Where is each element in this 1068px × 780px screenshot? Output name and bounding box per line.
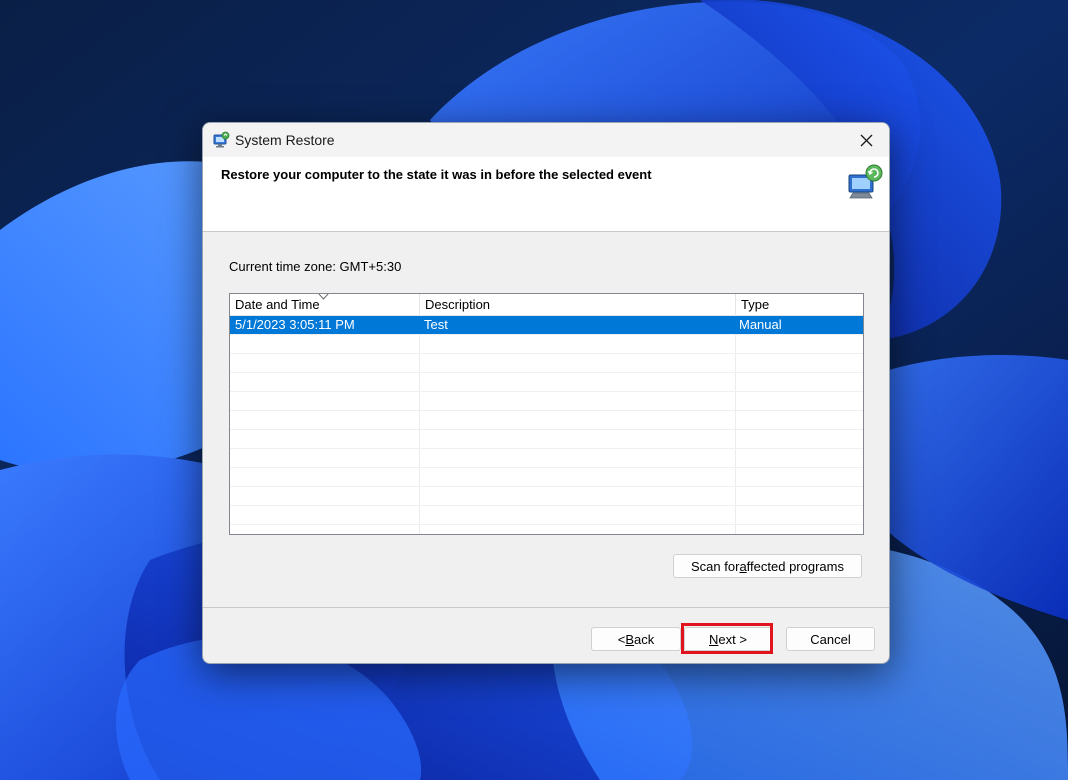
restore-points-list[interactable]: Date and Time Description Type 5/1/2023 … bbox=[229, 293, 864, 535]
next-button[interactable]: Next > bbox=[684, 627, 772, 651]
system-restore-dialog: System Restore Restore your computer to … bbox=[202, 122, 890, 664]
window-title: System Restore bbox=[235, 132, 335, 148]
page-heading: Restore your computer to the state it wa… bbox=[221, 167, 652, 182]
cell-type: Manual bbox=[739, 317, 782, 332]
empty-row bbox=[230, 449, 863, 468]
empty-row bbox=[230, 335, 863, 354]
button-label-post: ack bbox=[634, 631, 655, 647]
button-access-key: B bbox=[625, 631, 635, 647]
footer-separator bbox=[203, 607, 889, 608]
button-label-pre: Scan for bbox=[691, 558, 740, 574]
close-icon bbox=[860, 134, 872, 146]
column-type[interactable]: Type bbox=[736, 294, 863, 315]
table-row[interactable]: 5/1/2023 3:05:11 PM Test Manual bbox=[230, 316, 863, 335]
column-date-time[interactable]: Date and Time bbox=[230, 294, 420, 315]
button-label-pre: < bbox=[617, 631, 626, 647]
system-restore-icon bbox=[212, 131, 230, 149]
column-description[interactable]: Description bbox=[420, 294, 736, 315]
column-label: Type bbox=[741, 297, 770, 312]
column-label: Description bbox=[425, 297, 491, 312]
list-header: Date and Time Description Type bbox=[230, 294, 863, 316]
column-label: Date and Time bbox=[235, 297, 320, 312]
scan-affected-programs-button[interactable]: Scan for a ffected programs bbox=[673, 554, 862, 578]
cancel-button[interactable]: Cancel bbox=[786, 627, 875, 651]
dialog-header: Restore your computer to the state it wa… bbox=[203, 157, 889, 232]
empty-row bbox=[230, 354, 863, 373]
cell-date-time: 5/1/2023 3:05:11 PM bbox=[235, 317, 355, 332]
button-access-key: N bbox=[709, 631, 719, 647]
button-access-key: a bbox=[739, 558, 747, 574]
back-button[interactable]: < Back bbox=[591, 627, 681, 651]
button-label-post: ext > bbox=[718, 631, 747, 647]
cell-description: Test bbox=[424, 317, 448, 332]
empty-row bbox=[230, 468, 863, 487]
empty-row bbox=[230, 392, 863, 411]
timezone-label: Current time zone: GMT+5:30 bbox=[229, 259, 402, 274]
computer-restore-icon bbox=[845, 161, 885, 201]
empty-row bbox=[230, 487, 863, 506]
empty-row bbox=[230, 411, 863, 430]
close-button[interactable] bbox=[843, 123, 889, 157]
sort-descending-icon bbox=[318, 294, 329, 300]
button-label-post: ffected programs bbox=[746, 558, 844, 574]
title-bar[interactable]: System Restore bbox=[203, 123, 889, 157]
empty-row bbox=[230, 373, 863, 392]
empty-row bbox=[230, 430, 863, 449]
empty-row bbox=[230, 506, 863, 525]
